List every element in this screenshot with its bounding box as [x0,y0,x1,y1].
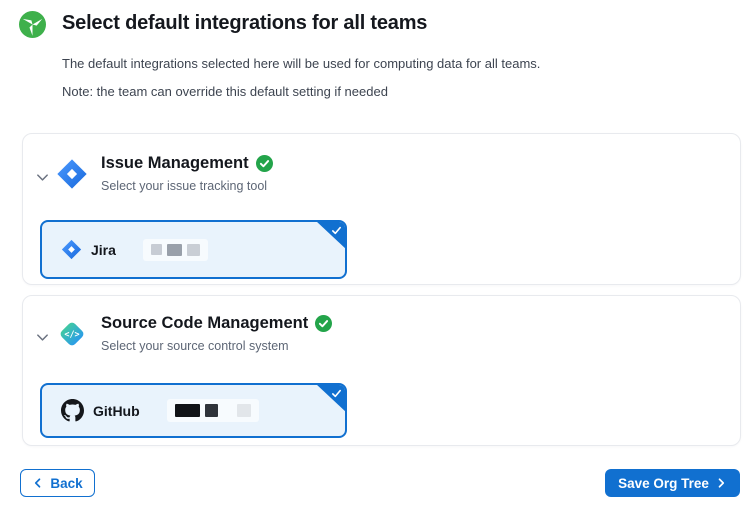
page-title: Select default integrations for all team… [62,12,427,35]
option-github[interactable]: GitHub [40,383,347,438]
option-label: GitHub [93,403,140,419]
section-subtitle: Select your source control system [101,339,289,353]
section-title: Issue Management [101,154,249,173]
redacted-text [167,399,259,422]
svg-text:</>: </> [64,329,79,339]
redacted-text [143,239,208,261]
header-description: The default integrations selected here w… [62,56,540,71]
back-button-label: Back [50,476,82,491]
section-title: Source Code Management [101,314,308,333]
header-note: Note: the team can override this default… [62,84,388,99]
github-icon [61,399,84,422]
propeller-logo-icon [19,11,46,38]
source-code-diamond-icon: </> [56,318,88,350]
chevron-right-icon [715,477,727,489]
jira-icon [61,239,82,260]
save-org-tree-button[interactable]: Save Org Tree [605,469,740,497]
section-source-code-management: </> Source Code Management Select your s… [22,295,741,446]
option-jira[interactable]: Jira [40,220,347,279]
chevron-left-icon [32,477,44,489]
green-check-badge-icon [256,155,273,172]
option-label: Jira [91,242,116,258]
chevron-down-icon[interactable] [35,170,50,185]
section-issue-management: Issue Management Select your issue track… [22,133,741,285]
selected-check-icon [316,384,346,412]
selected-check-icon [316,221,346,249]
save-button-label: Save Org Tree [618,476,709,491]
section-subtitle: Select your issue tracking tool [101,179,267,193]
chevron-down-icon[interactable] [35,330,50,345]
back-button[interactable]: Back [20,469,95,497]
green-check-badge-icon [315,315,332,332]
jira-icon [56,158,88,190]
